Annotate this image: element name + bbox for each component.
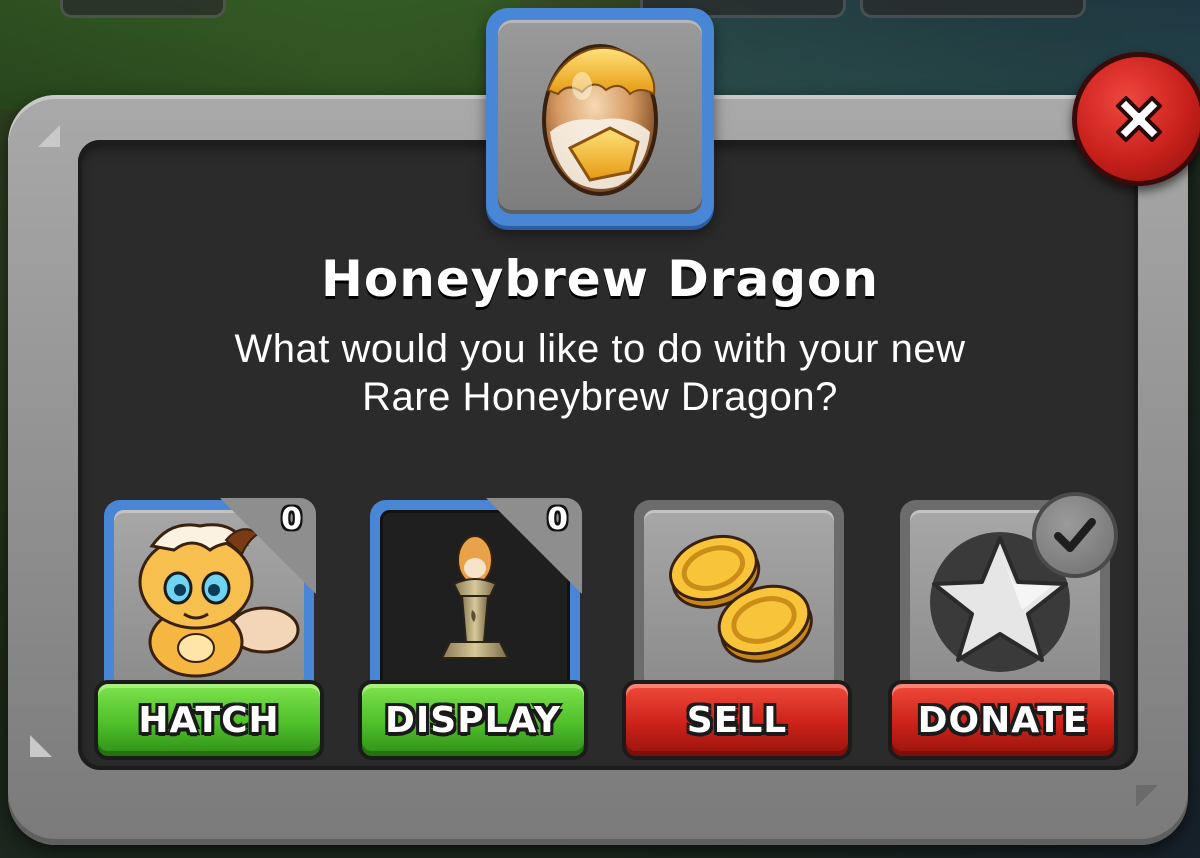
panel-bolt (38, 125, 60, 147)
checkmark-icon (1054, 518, 1096, 552)
dialog-title: Honeybrew Dragon (321, 250, 879, 308)
close-x-icon (1116, 96, 1162, 142)
dialog-subtitle-line: What would you like to do with your new (234, 327, 966, 371)
honeybrew-egg-icon (542, 44, 658, 196)
donate-button[interactable]: DONATE (888, 680, 1118, 760)
display-button[interactable]: DISPLAY (358, 680, 588, 760)
panel-bolt (1136, 785, 1158, 807)
donate-card[interactable] (900, 492, 1118, 700)
hatch-count: 0 (281, 502, 302, 537)
panel-bolt (30, 735, 52, 757)
donate-check-badge (1032, 492, 1118, 578)
sell-card[interactable] (634, 500, 844, 700)
gold-coins-icon (669, 534, 813, 663)
dialog-subtitle-line: Rare Honeybrew Dragon? (362, 375, 838, 419)
sell-button[interactable]: SELL (622, 680, 852, 760)
hatch-button[interactable]: HATCH (94, 680, 324, 760)
hatch-card[interactable]: 0 (104, 498, 316, 700)
sell-card-inner (644, 510, 834, 690)
top-hud-chip (60, 0, 226, 18)
egg-frame (486, 8, 714, 226)
close-button[interactable] (1072, 52, 1200, 186)
display-count: 0 (547, 502, 568, 537)
top-hud-chip (860, 0, 1086, 18)
dialog-subtitle: What would you like to do with your new … (0, 325, 1200, 421)
egg-frame-inner (498, 20, 702, 214)
display-card[interactable]: 0 (370, 498, 582, 700)
